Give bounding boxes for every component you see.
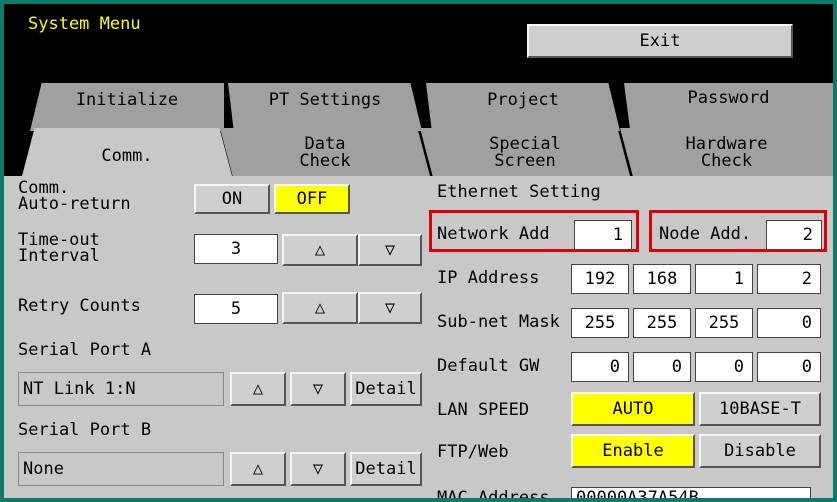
subnet-octet-2[interactable]: 255 [633, 308, 691, 338]
timeout-down-button[interactable]: ▽ [358, 234, 422, 266]
tab-bar: Initialize PT Settings Project Password … [4, 70, 833, 176]
node-add-field[interactable]: 2 [766, 220, 822, 250]
serial-a-up-button[interactable]: △ [230, 372, 286, 406]
lan-auto-button[interactable]: AUTO [571, 392, 695, 426]
gateway-octet-1[interactable]: 0 [571, 352, 629, 382]
serial-port-a-value: NT Link 1:N [18, 372, 224, 406]
tab-special-screen-line2: Screen [494, 151, 556, 171]
gateway-octet-3[interactable]: 0 [695, 352, 753, 382]
title-bar: System Menu Exit [4, 4, 833, 70]
ip-octet-1[interactable]: 192 [571, 264, 629, 294]
network-add-field[interactable]: 1 [574, 220, 632, 250]
subnet-octet-3[interactable]: 255 [695, 308, 753, 338]
serial-port-b-label: Serial Port B [18, 420, 152, 440]
timeout-up-button[interactable]: △ [282, 234, 358, 266]
ip-octet-3[interactable]: 1 [695, 264, 753, 294]
serial-port-a-label: Serial Port A [18, 340, 152, 360]
comm-settings-panel: Comm. Auto-return ON OFF Time-out Interv… [4, 176, 833, 498]
default-gw-label: Default GW [437, 356, 540, 376]
subnet-octet-1[interactable]: 255 [571, 308, 629, 338]
retry-up-button[interactable]: △ [282, 292, 358, 324]
tab-hardware-check[interactable]: Hardware Check [620, 128, 833, 176]
ftp-web-label: FTP/Web [437, 442, 509, 462]
comm-auto-return-label-2: Auto-return [18, 194, 131, 214]
ip-octet-2[interactable]: 168 [633, 264, 691, 294]
mac-address-value: 00000A37A54B [571, 487, 811, 498]
node-add-label: Node Add. [659, 224, 752, 244]
retry-down-button[interactable]: ▽ [358, 292, 422, 324]
window-title: System Menu [28, 14, 141, 34]
tab-project[interactable]: Project [426, 83, 620, 131]
tab-data-check[interactable]: Data Check [220, 128, 430, 176]
lan-10base-t-button[interactable]: 10BASE-T [699, 392, 821, 426]
system-menu-window: System Menu Exit Initialize PT Settings … [4, 4, 833, 498]
ethernet-setting-heading: Ethernet Setting [437, 182, 601, 202]
subnet-octet-4[interactable]: 0 [757, 308, 821, 338]
ip-address-label: IP Address [437, 268, 540, 288]
mac-address-label: MAC Address [437, 488, 550, 499]
auto-return-on-button[interactable]: ON [194, 184, 270, 214]
ftp-disable-button[interactable]: Disable [699, 434, 821, 468]
gateway-octet-4[interactable]: 0 [757, 352, 821, 382]
lan-speed-label: LAN SPEED [437, 400, 530, 420]
tab-comm-label: Comm. [101, 146, 153, 166]
auto-return-off-button[interactable]: OFF [274, 184, 350, 214]
serial-b-detail-button[interactable]: Detail [350, 452, 422, 486]
tab-hardware-check-line2: Check [700, 151, 753, 171]
tab-comm[interactable]: Comm. [22, 128, 232, 176]
timeout-value-field[interactable]: 3 [194, 234, 278, 264]
serial-a-detail-button[interactable]: Detail [350, 372, 422, 406]
network-add-label: Network Add [437, 224, 550, 244]
serial-port-b-value: None [18, 452, 224, 486]
serial-a-down-button[interactable]: ▽ [290, 372, 346, 406]
tab-special-screen[interactable]: Special Screen [420, 128, 630, 176]
gateway-octet-2[interactable]: 0 [633, 352, 691, 382]
ip-octet-4[interactable]: 2 [757, 264, 821, 294]
retry-counts-label: Retry Counts [18, 296, 141, 316]
ftp-enable-button[interactable]: Enable [571, 434, 695, 468]
timeout-label-2: Interval [18, 246, 100, 266]
tab-pt-settings[interactable]: PT Settings [228, 83, 422, 131]
tab-data-check-line2: Check [299, 151, 351, 171]
tab-initialize[interactable]: Initialize [30, 83, 224, 131]
subnet-mask-label: Sub-net Mask [437, 312, 560, 332]
exit-button[interactable]: Exit [527, 24, 793, 58]
serial-b-up-button[interactable]: △ [230, 452, 286, 486]
serial-b-down-button[interactable]: ▽ [290, 452, 346, 486]
retry-counts-field[interactable]: 5 [194, 294, 278, 324]
tab-password[interactable]: Password [624, 83, 833, 131]
